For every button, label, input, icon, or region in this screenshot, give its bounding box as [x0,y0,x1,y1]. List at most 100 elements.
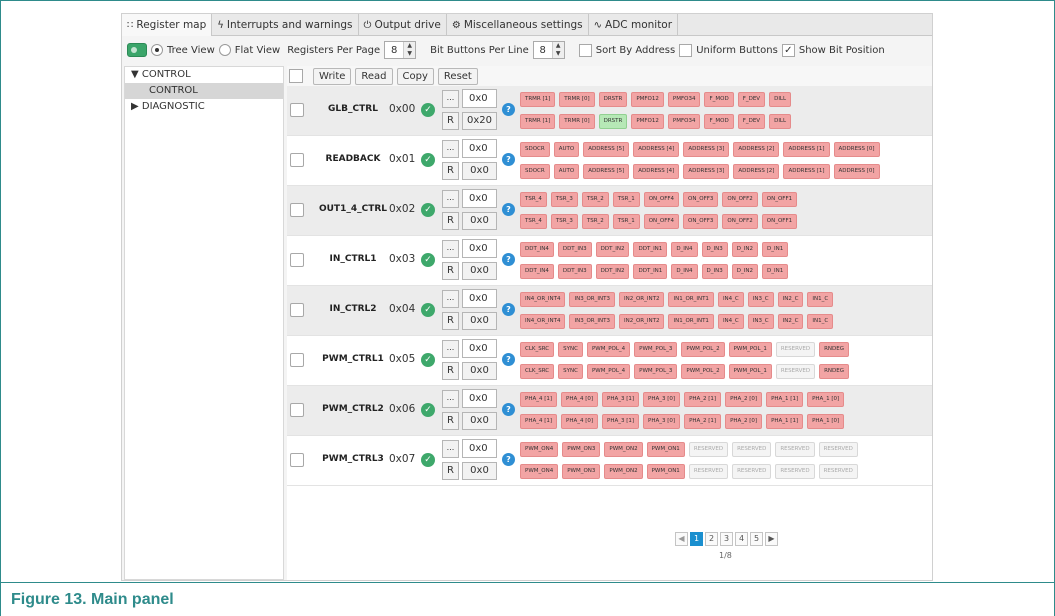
bit-button[interactable]: TSR_2 [581,192,609,207]
show-bit-position-checkbox[interactable]: ✓ [781,43,795,57]
bit-button[interactable]: PHA_4 [0] [561,392,599,407]
register-checkbox[interactable] [290,253,304,267]
bit-button[interactable]: ON_OFF3 [683,192,719,207]
write-button[interactable]: Write [313,67,352,85]
uniform-buttons-checkbox[interactable] [679,43,693,57]
more-button[interactable]: ... [442,240,459,258]
sort-by-address-checkbox[interactable] [578,43,592,57]
register-checkbox[interactable] [290,303,304,317]
help-icon[interactable]: ? [502,203,515,216]
bit-button[interactable]: PWM_POL_4 [586,364,631,379]
bit-button[interactable]: IN3_C [747,314,774,329]
bit-button[interactable]: IN1_C [807,314,834,329]
reset-button[interactable]: Reset [437,67,478,85]
bit-button[interactable]: ON_OFF4 [643,214,680,229]
more-button[interactable]: ... [442,440,459,458]
spinner-up-icon[interactable]: ▲ [404,42,415,50]
bit-button[interactable]: PHA_2 [1] [684,392,722,407]
registers-per-page-spinner[interactable]: 8 ▲ ▼ [384,41,417,59]
bit-button[interactable]: SDOCR [520,142,550,157]
register-checkbox[interactable] [290,203,304,217]
write-value-input[interactable]: 0x0 [462,239,497,258]
write-value-input[interactable]: 0x0 [462,289,497,308]
more-button[interactable]: ... [442,390,459,408]
bit-button[interactable]: ADDRESS [2] [733,142,780,157]
bit-button[interactable]: DRSTR [598,114,628,129]
bit-button[interactable]: ADDRESS [5] [583,164,630,179]
bit-button[interactable]: ADDRESS [0] [833,164,880,179]
register-checkbox[interactable] [290,353,304,367]
write-value-input[interactable]: 0x0 [462,139,497,158]
bit-button[interactable]: ADDRESS [3] [683,164,730,179]
tree-view-radio[interactable] [151,44,163,56]
bit-button[interactable]: PMFO34 [667,114,701,129]
read-button[interactable]: Read [355,67,393,85]
page-button[interactable]: 1 [690,532,703,546]
bit-button[interactable]: CLK_SRC [520,342,555,357]
bit-button[interactable]: DILL [769,114,792,129]
bit-button[interactable]: CLK_SRC [520,364,555,379]
bit-button[interactable]: TSR_1 [612,192,640,207]
bit-button[interactable]: PWM_ON3 [562,442,601,457]
bit-button[interactable]: ADDRESS [4] [633,164,680,179]
spinner-arrows[interactable]: ▲ ▼ [551,42,564,58]
bit-button[interactable]: D_IN1 [762,242,789,257]
tab-register-map[interactable]: ∷ Register map [122,14,213,36]
page-button[interactable]: 2 [705,532,718,546]
more-button[interactable]: ... [442,140,459,158]
bit-button[interactable]: IN2_OR_INT2 [618,292,665,307]
read-register-button[interactable]: R [442,162,459,180]
bit-button[interactable]: PWM_ON4 [520,442,559,457]
tab-adc-monitor[interactable]: ∿ ADC monitor [589,14,679,36]
bit-button[interactable]: PHA_4 [0] [561,414,599,429]
tree-item-control-group[interactable]: ▼ CONTROL [125,67,283,83]
bit-button[interactable]: DDT_IN1 [633,242,668,257]
bit-button[interactable]: PHA_1 [0] [807,392,845,407]
bit-button[interactable]: AUTO [553,142,580,157]
bit-button[interactable]: DRSTR [598,92,628,107]
bit-button[interactable]: RNDEG [819,364,850,379]
write-value-input[interactable]: 0x0 [462,339,497,358]
read-register-button[interactable]: R [442,362,459,380]
bit-button[interactable]: PHA_2 [0] [725,392,763,407]
bit-button[interactable]: ON_OFF2 [722,192,758,207]
flat-view-radio[interactable] [218,44,231,56]
bit-button[interactable]: PHA_2 [0] [725,414,763,429]
bit-button[interactable]: TSR_4 [520,192,547,207]
bit-button[interactable]: ADDRESS [0] [833,142,880,157]
help-icon[interactable]: ? [502,253,515,266]
bit-button[interactable]: ADDRESS [4] [633,142,680,157]
write-value-input[interactable]: 0x0 [462,439,497,458]
bit-button[interactable]: F_MOD [704,92,734,107]
bit-button[interactable]: PWM_ON1 [646,442,685,457]
read-register-button[interactable]: R [442,462,459,480]
bit-button[interactable]: PHA_3 [1] [602,392,640,407]
bit-button[interactable]: PHA_1 [1] [766,392,804,407]
bit-button[interactable]: D_IN4 [671,242,698,257]
bit-button[interactable]: SYNC [558,364,583,379]
bit-button[interactable]: PWM_ON2 [604,464,643,479]
bit-button[interactable]: IN4_OR_INT4 [520,292,566,307]
spinner-up-icon[interactable]: ▲ [553,42,564,50]
bit-button[interactable]: RESERVED [775,464,815,479]
write-value-input[interactable]: 0x0 [462,389,497,408]
next-page-icon[interactable]: ▶ [765,532,778,546]
bit-button[interactable]: F_DEV [737,92,766,107]
help-icon[interactable]: ? [502,303,515,316]
write-value-input[interactable]: 0x0 [462,189,497,208]
spinner-down-icon[interactable]: ▼ [553,50,564,58]
help-icon[interactable]: ? [502,403,515,416]
help-icon[interactable]: ? [502,103,515,116]
bit-button[interactable]: ADDRESS [1] [783,142,830,157]
bit-button[interactable]: PMFO12 [631,92,664,107]
bit-button[interactable]: ON_OFF1 [761,214,798,229]
bit-button[interactable]: PWM_ON2 [604,442,643,457]
bit-button[interactable]: TSR_3 [550,192,578,207]
bit-button[interactable]: PHA_1 [1] [766,414,804,429]
bit-button[interactable]: PWM_POL_2 [681,364,725,379]
bit-button[interactable]: ADDRESS [2] [733,164,780,179]
page-button[interactable]: 3 [720,532,733,546]
bit-button[interactable]: PWM_POL_1 [728,342,772,357]
bit-button[interactable]: PWM_ON3 [562,464,601,479]
copy-button[interactable]: Copy [396,67,434,85]
